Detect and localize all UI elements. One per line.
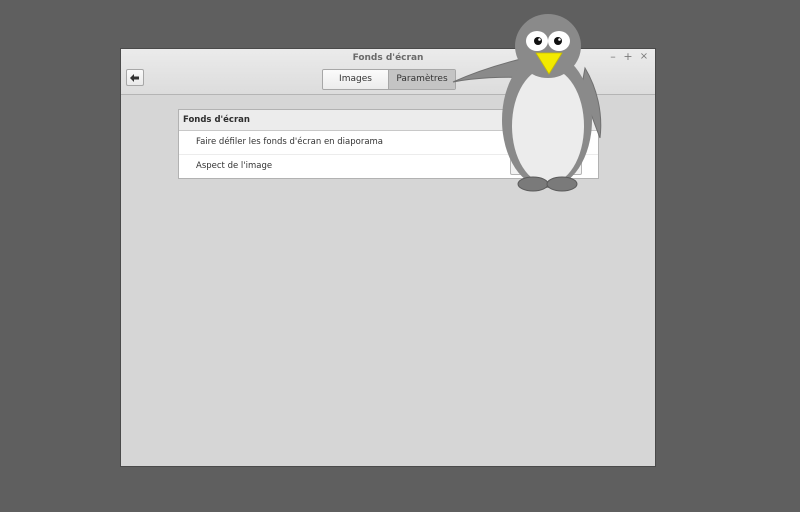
- stack-switcher: Images Paramètres: [322, 69, 456, 90]
- minimize-button[interactable]: –: [607, 50, 619, 63]
- close-button[interactable]: ×: [638, 51, 650, 62]
- left-arrow-icon: [130, 73, 139, 82]
- tab-images[interactable]: Images: [323, 70, 389, 89]
- penguin-mascot-image: [452, 14, 602, 192]
- maximize-button[interactable]: +: [622, 50, 634, 63]
- desktop: Fonds d'écran – + × Images Paramètres Fo…: [0, 0, 800, 512]
- slideshow-label: Faire défiler les fonds d'écran en diapo…: [196, 137, 384, 147]
- back-button[interactable]: [126, 69, 144, 86]
- picture-aspect-label: Aspect de l'image: [196, 161, 273, 171]
